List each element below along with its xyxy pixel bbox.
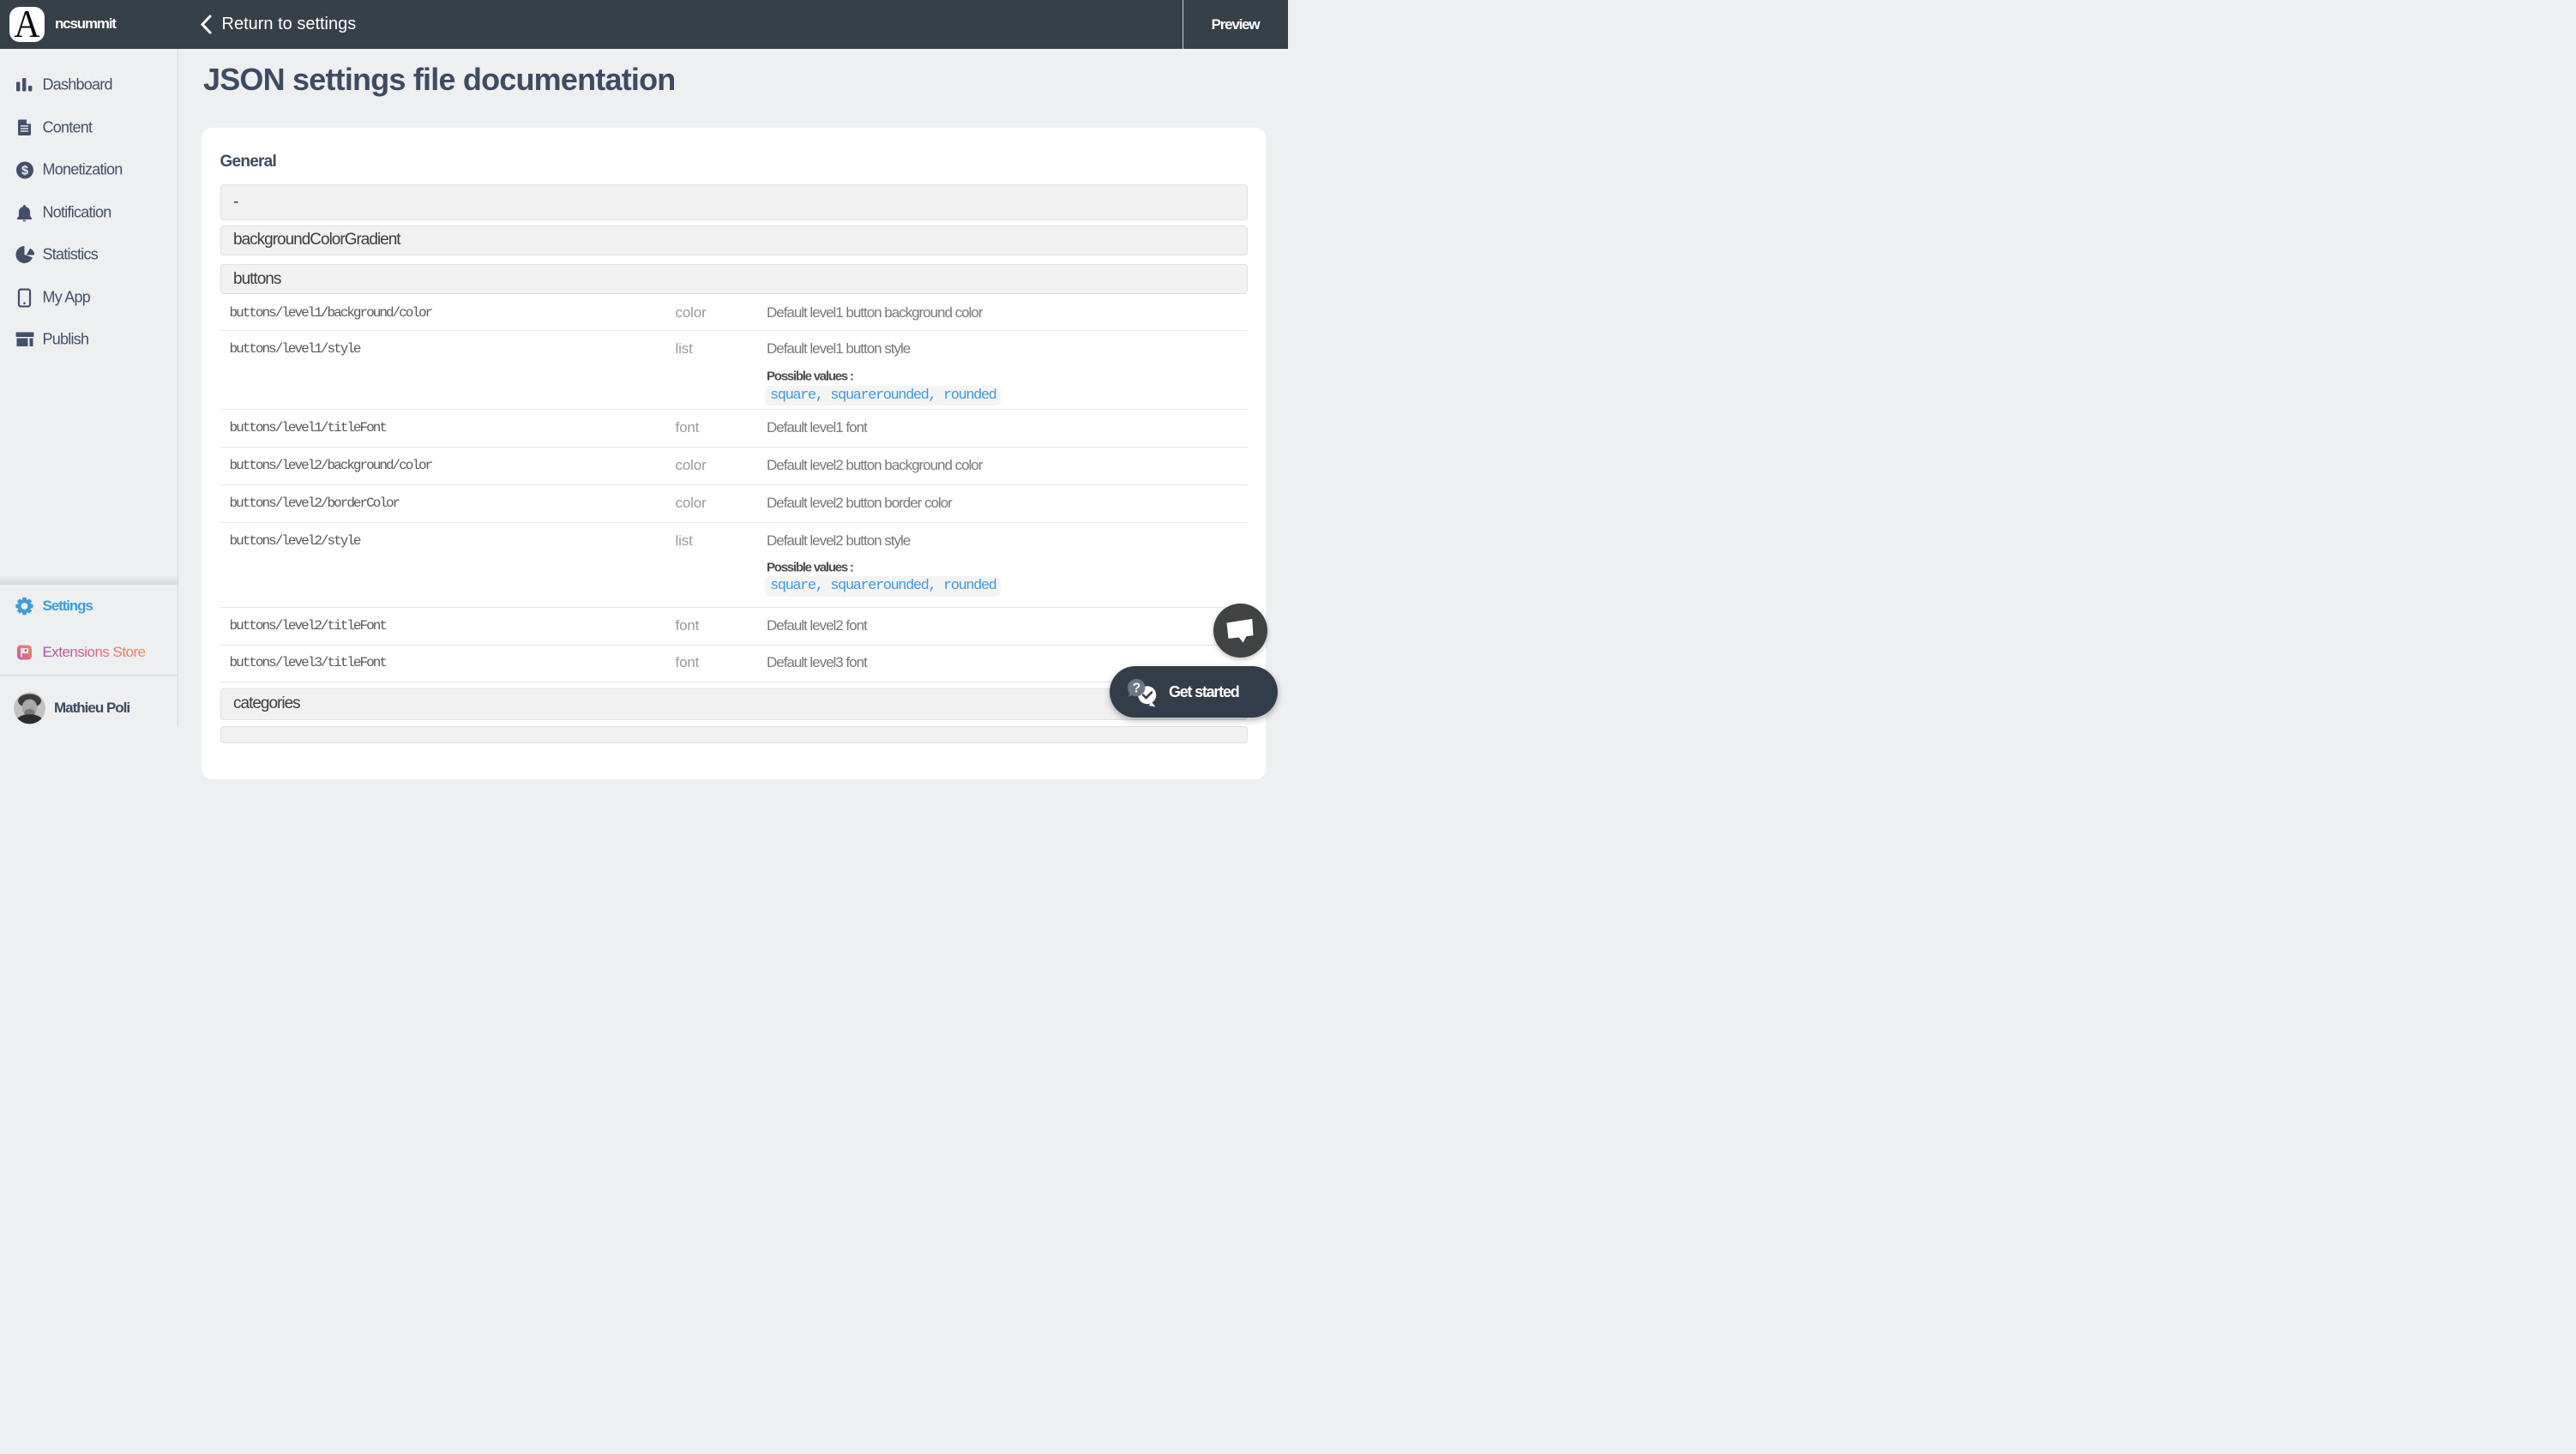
svg-text:?: ? bbox=[1133, 681, 1141, 695]
svg-text:$: $ bbox=[21, 165, 28, 178]
